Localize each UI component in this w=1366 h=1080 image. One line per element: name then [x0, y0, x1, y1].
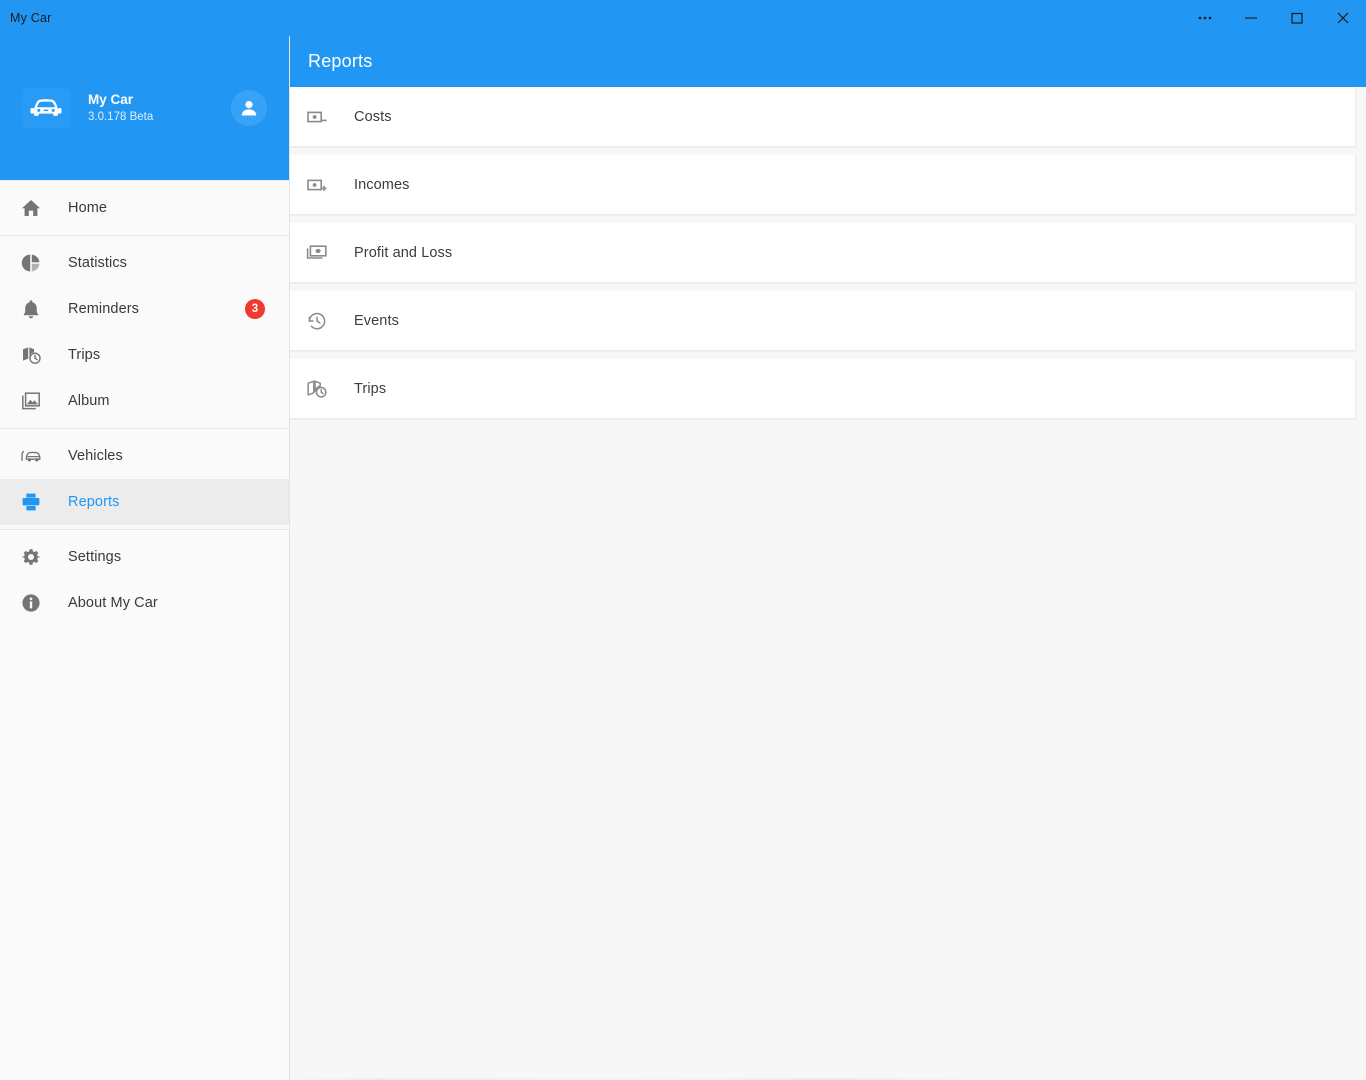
- page-header: Reports: [290, 36, 1366, 87]
- sidebar-item-album[interactable]: Album: [0, 378, 289, 424]
- close-button[interactable]: [1320, 0, 1366, 36]
- map-clock-icon: [294, 377, 340, 401]
- sidebar-item-label: Album: [68, 393, 110, 409]
- info-icon: [16, 592, 46, 614]
- sidebar-item-home[interactable]: Home: [0, 185, 289, 231]
- minimize-button[interactable]: [1228, 0, 1274, 36]
- report-item-costs[interactable]: Costs: [290, 87, 1356, 147]
- pie-chart-icon: [16, 252, 46, 274]
- sidebar-item-reports[interactable]: Reports: [0, 479, 289, 525]
- photo-icon: [16, 390, 46, 412]
- nav-section-system: Settings About My Car: [0, 530, 289, 630]
- app-logo: [22, 88, 70, 128]
- main-content: Reports Costs Incomes Profit and Loss Ev…: [290, 36, 1366, 1080]
- report-item-label: Costs: [354, 108, 392, 125]
- sidebar-item-reminders[interactable]: Reminders 3: [0, 286, 289, 332]
- report-item-events[interactable]: Events: [290, 291, 1356, 351]
- sidebar-item-about[interactable]: About My Car: [0, 580, 289, 626]
- person-icon: [241, 101, 257, 116]
- reminders-badge: 3: [245, 299, 265, 319]
- maximize-button[interactable]: [1274, 0, 1320, 36]
- brand-text-block: My Car 3.0.178 Beta: [88, 91, 231, 125]
- sidebar-item-settings[interactable]: Settings: [0, 534, 289, 580]
- sidebar-item-label: Statistics: [68, 255, 128, 271]
- home-icon: [16, 197, 46, 219]
- sidebar-item-label: Trips: [68, 347, 101, 363]
- sidebar-item-trips[interactable]: Trips: [0, 332, 289, 378]
- report-item-trips[interactable]: Trips: [290, 359, 1356, 419]
- app-name: My Car: [88, 92, 134, 107]
- sidebar: My Car 3.0.178 Beta Home Statistics Remi…: [0, 36, 290, 1080]
- app-version: 3.0.178 Beta: [88, 111, 154, 123]
- report-item-profit-and-loss[interactable]: Profit and Loss: [290, 223, 1356, 283]
- history-clock-icon: [294, 309, 340, 333]
- page-title: Reports: [308, 51, 373, 71]
- printer-icon: [16, 491, 46, 513]
- car-side-icon: [16, 445, 46, 467]
- report-item-label: Profit and Loss: [354, 244, 453, 261]
- sidebar-item-label: Vehicles: [68, 448, 123, 464]
- bell-icon: [16, 298, 46, 320]
- brand-header: My Car 3.0.178 Beta: [0, 36, 289, 180]
- maximize-icon: [1291, 12, 1303, 24]
- sidebar-item-label: Home: [68, 200, 108, 216]
- minimize-icon: [1245, 17, 1257, 19]
- report-item-label: Incomes: [354, 176, 410, 193]
- sidebar-item-vehicles[interactable]: Vehicles: [0, 433, 289, 479]
- nav-section-manage: Vehicles Reports: [0, 429, 289, 530]
- report-item-incomes[interactable]: Incomes: [290, 155, 1356, 215]
- map-clock-icon: [16, 344, 46, 366]
- profile-avatar-button[interactable]: [231, 90, 267, 126]
- sidebar-item-label: Reminders: [68, 301, 140, 317]
- report-item-label: Events: [354, 312, 399, 329]
- gear-icon: [16, 546, 46, 568]
- window-title: My Car: [10, 11, 52, 25]
- banknote-plus-icon: [294, 173, 340, 197]
- sidebar-item-label: Reports: [68, 494, 120, 510]
- ellipsis-icon: [1198, 16, 1212, 20]
- reports-list: Costs Incomes Profit and Loss Events Tri…: [290, 87, 1366, 1080]
- report-item-label: Trips: [354, 380, 387, 397]
- sidebar-item-label: Settings: [68, 549, 122, 565]
- sidebar-item-statistics[interactable]: Statistics: [0, 240, 289, 286]
- car-icon: [30, 99, 62, 116]
- title-bar: My Car: [0, 0, 1366, 36]
- nav-section-features: Statistics Reminders 3 Trips Album: [0, 236, 289, 429]
- banknotes-icon: [294, 241, 340, 265]
- nav-section-primary: Home: [0, 180, 289, 236]
- close-icon: [1337, 12, 1349, 24]
- more-options-button[interactable]: [1182, 0, 1228, 36]
- sidebar-item-label: About My Car: [68, 595, 158, 611]
- banknote-minus-icon: [294, 105, 340, 129]
- app-window: My Car My Car 3.0.178 Beta Home Statisti…: [0, 0, 1366, 1080]
